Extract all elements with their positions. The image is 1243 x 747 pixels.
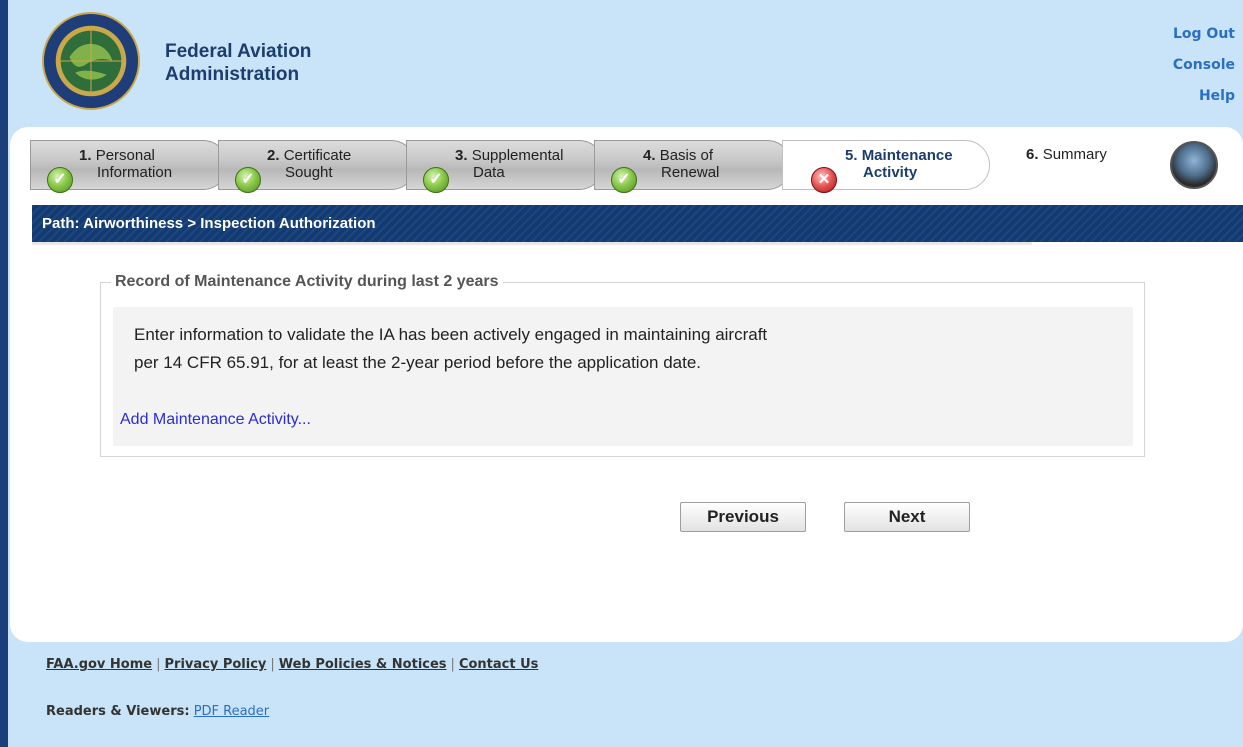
step-supplemental-data[interactable]: ✓ 3. Supplemental Data: [406, 140, 604, 193]
header: Federal Aviation Administration Log Out …: [8, 0, 1243, 128]
step-label: 6. Summary: [1026, 146, 1107, 163]
agency-name-line1: Federal Aviation: [165, 41, 312, 62]
step-number: 6.: [1026, 146, 1039, 163]
readers-label: Readers & Viewers:: [46, 704, 190, 719]
step-title-line2: Renewal: [661, 164, 720, 181]
step-title-line1: Maintenance: [861, 147, 953, 164]
step-progress: ✓ 1. Personal Information ✓ 2. Certifica…: [30, 135, 1240, 193]
help-link[interactable]: Help: [1173, 86, 1235, 117]
step-label: 3. Supplemental Data: [455, 147, 563, 181]
step-label: 2. Certificate Sought: [267, 147, 351, 181]
step-title-line1: Certificate: [283, 147, 352, 164]
top-links: Log Out Console Help: [1173, 24, 1235, 117]
agency-name: Federal Aviation Administration: [165, 40, 311, 86]
section-legend: Record of Maintenance Activity during la…: [111, 273, 503, 291]
step-number: 3.: [455, 147, 468, 164]
section-body: Enter information to validate the IA has…: [113, 307, 1133, 446]
logout-link[interactable]: Log Out: [1173, 24, 1235, 55]
step-number: 2.: [267, 147, 280, 164]
step-label: 1. Personal Information: [79, 147, 172, 181]
step-title-line1: Personal: [95, 147, 155, 164]
privacy-policy-link[interactable]: Privacy Policy: [165, 657, 267, 672]
maintenance-record-section: Record of Maintenance Activity during la…: [100, 273, 1145, 457]
path-bar-underline: [32, 242, 1032, 245]
step-title-line2: Data: [473, 164, 505, 181]
check-icon: ✓: [611, 167, 637, 193]
path-bar: Path: Airworthiness > Inspection Authori…: [32, 205, 1243, 242]
footer-separator: |: [450, 657, 455, 672]
step-number: 4.: [643, 147, 656, 164]
description-line1: Enter information to validate the IA has…: [134, 325, 768, 344]
path-separator: >: [187, 215, 197, 232]
step-number: 1.: [79, 147, 92, 164]
step-title-line1: Supplemental: [471, 147, 564, 164]
page: Federal Aviation Administration Log Out …: [8, 0, 1243, 747]
check-icon: ✓: [47, 167, 73, 193]
add-maintenance-activity-link[interactable]: Add Maintenance Activity...: [120, 411, 311, 429]
section-description: Enter information to validate the IA has…: [134, 321, 1034, 377]
agency-name-line2: Administration: [165, 64, 300, 85]
step-title-line2: Sought: [285, 164, 333, 181]
readers-viewers: Readers & Viewers: PDF Reader: [46, 704, 269, 719]
faa-home-link[interactable]: FAA.gov Home: [46, 657, 152, 672]
check-icon: ✓: [423, 167, 449, 193]
step-title-line2: Activity: [863, 164, 918, 181]
step-label: 4. Basis of Renewal: [643, 147, 719, 181]
faa-seal-logo: [42, 12, 140, 110]
footer-links: FAA.gov Home | Privacy Policy | Web Policies…: [46, 657, 538, 672]
console-link[interactable]: Console: [1173, 55, 1235, 86]
footer-separator: |: [270, 657, 275, 672]
path-crumb-inspection-authorization: Inspection Authorization: [200, 215, 376, 232]
footer-separator: |: [156, 657, 161, 672]
step-maintenance-activity[interactable]: ✕ 5. Maintenance Activity: [782, 140, 990, 193]
contact-us-link[interactable]: Contact Us: [459, 657, 538, 672]
check-icon: ✓: [235, 167, 261, 193]
step-label: 5. Maintenance Activity: [845, 147, 953, 181]
step-summary[interactable]: 6. Summary: [990, 140, 1160, 190]
step-number: 5.: [845, 147, 858, 164]
main-panel: ✓ 1. Personal Information ✓ 2. Certifica…: [10, 127, 1243, 642]
step-certificate-sought[interactable]: ✓ 2. Certificate Sought: [218, 140, 416, 193]
description-line2: per 14 CFR 65.91, for at least the 2-yea…: [134, 353, 702, 372]
step-title-line2: Information: [97, 164, 173, 181]
step-personal-information[interactable]: ✓ 1. Personal Information: [30, 140, 228, 193]
step-basis-of-renewal[interactable]: ✓ 4. Basis of Renewal: [594, 140, 792, 193]
error-icon: ✕: [811, 167, 837, 193]
left-rail: [0, 0, 8, 747]
globe-icon: [1170, 141, 1218, 189]
next-button[interactable]: Next: [844, 502, 970, 532]
pdf-reader-link[interactable]: PDF Reader: [194, 704, 269, 719]
web-policies-link[interactable]: Web Policies & Notices: [279, 657, 447, 672]
step-title-line1: Basis of: [659, 147, 714, 164]
path-crumb-airworthiness: Airworthiness: [83, 215, 184, 232]
previous-button[interactable]: Previous: [680, 502, 806, 532]
path-label: Path:: [42, 215, 80, 232]
step-title-line1: Summary: [1042, 146, 1107, 163]
